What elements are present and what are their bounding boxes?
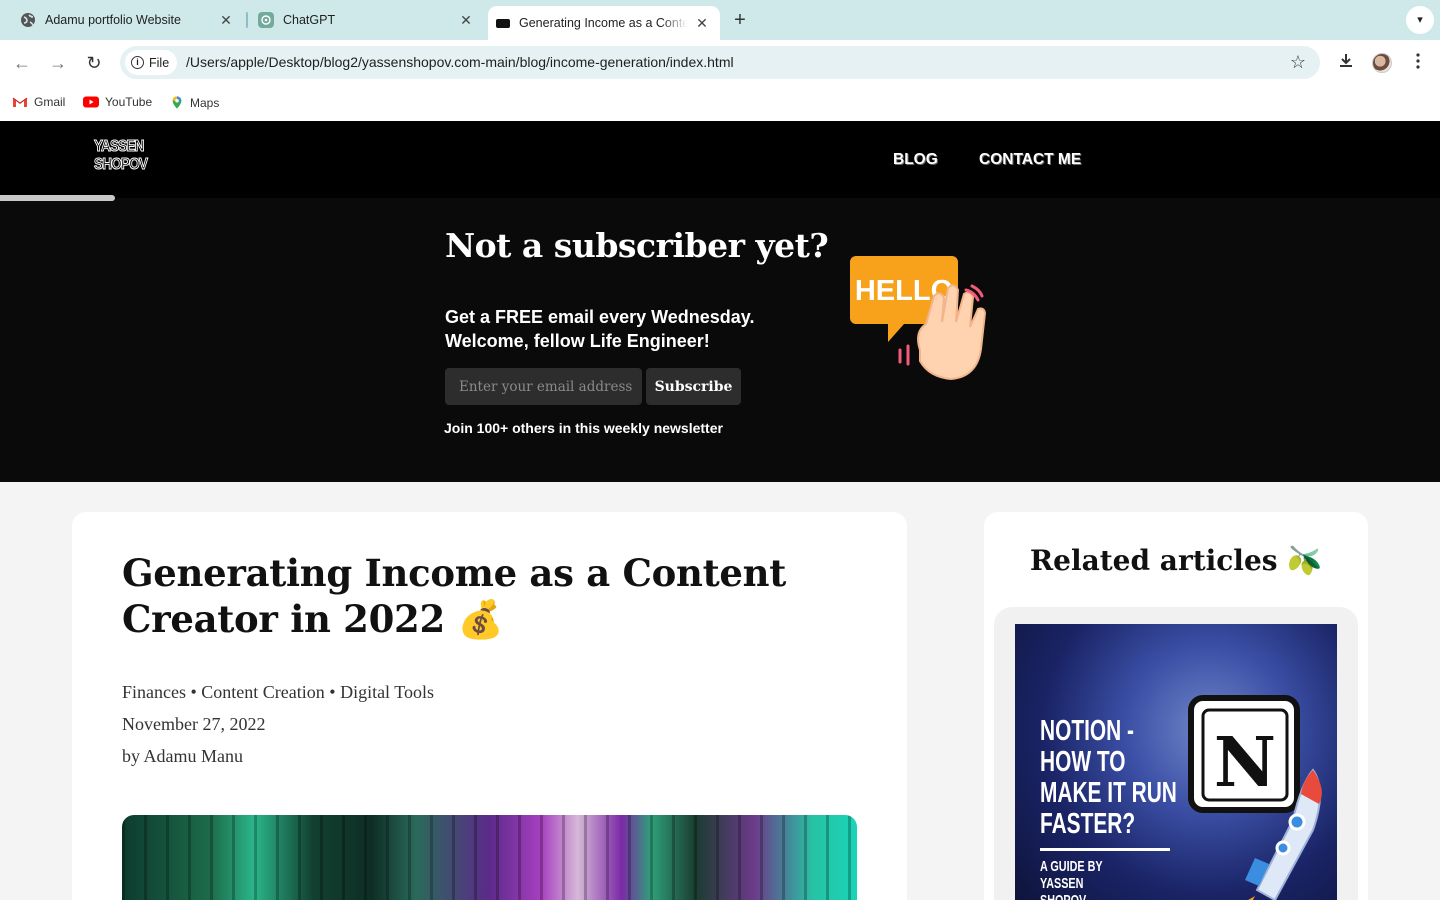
related-title: Related articles 🫒 <box>1029 544 1323 577</box>
subscribe-line-1: Get a FREE email every Wednesday. <box>445 307 755 327</box>
browser-toolbar: ← → ↻ i File /Users/apple/Desktop/blog2/… <box>0 40 1440 85</box>
close-icon[interactable]: ✕ <box>458 12 474 28</box>
profile-avatar[interactable] <box>1372 53 1392 73</box>
related-articles-card: Related articles 🫒 NOTION - HOW TO MAKE … <box>984 512 1368 900</box>
tab-search-chevron-icon[interactable]: ▾ <box>1406 6 1434 34</box>
tab-strip: Adamu portfolio Website ✕ ChatGPT ✕ Gene… <box>0 0 1440 40</box>
article-title: Generating Income as a Content Creator i… <box>122 551 787 641</box>
logo-line: YASSEN <box>94 138 145 156</box>
back-arrow-icon[interactable]: ← <box>11 52 33 74</box>
thumbnail-guide-line: YASSEN <box>1040 875 1084 892</box>
subscribe-title: Not a subscriber yet? <box>445 226 829 265</box>
notion-rocket-illustration: N <box>1188 695 1322 900</box>
info-icon: i <box>131 56 144 69</box>
address-bar[interactable]: i File /Users/apple/Desktop/blog2/yassen… <box>120 46 1320 79</box>
subscribe-button[interactable]: Subscribe <box>646 368 741 405</box>
gmail-icon <box>12 97 28 107</box>
thumbnail-line: MAKE IT RUN <box>1040 777 1177 809</box>
bookmark-label: YouTube <box>105 95 153 109</box>
article-categories: Finances • Content Creation • Digital To… <box>122 682 434 702</box>
site-favicon-icon <box>496 18 510 28</box>
tab-title: Adamu portfolio Website <box>45 13 181 27</box>
download-icon[interactable] <box>1337 52 1355 75</box>
new-tab-plus-icon[interactable]: + <box>730 10 750 30</box>
site-logo[interactable]: YASSEN SHOPOV <box>94 138 149 174</box>
subscribe-line-2: Welcome, fellow Life Engineer! <box>445 331 710 351</box>
email-input[interactable] <box>445 368 642 405</box>
thumbnail-guide-line: SHOPOV <box>1040 892 1103 900</box>
tab-separator <box>246 12 248 28</box>
subscribe-note: Join 100+ others in this weekly newslett… <box>444 420 723 436</box>
related-article-thumbnail[interactable]: NOTION - HOW TO MAKE IT RUN FASTER? A GU… <box>1015 624 1337 900</box>
bookmark-maps[interactable]: Maps <box>170 95 219 110</box>
bookmark-label: Gmail <box>34 95 66 109</box>
url-text[interactable]: /Users/apple/Desktop/blog2/yassenshopov.… <box>186 54 734 70</box>
bookmark-gmail[interactable]: Gmail <box>12 95 65 109</box>
thumbnail-line: HOW TO <box>1040 746 1126 778</box>
thumbnail-guide-line: A GUIDE BY <box>1040 858 1103 875</box>
kebab-menu-icon[interactable] <box>1410 52 1426 75</box>
close-icon[interactable]: ✕ <box>218 12 234 28</box>
youtube-icon <box>83 96 99 108</box>
tab-chatgpt[interactable]: ChatGPT ✕ <box>250 0 484 40</box>
article-card: Generating Income as a Content Creator i… <box>72 512 907 900</box>
bookmark-youtube[interactable]: YouTube <box>83 95 152 109</box>
chatgpt-icon <box>258 12 274 28</box>
bookmark-star-icon[interactable]: ☆ <box>1290 52 1306 73</box>
reload-icon[interactable]: ↻ <box>83 52 105 74</box>
bookmark-label: Maps <box>190 95 220 110</box>
article-date: November 27, 2022 <box>122 714 266 734</box>
thumbnail-divider <box>1040 848 1170 851</box>
thumbnail-headline: NOTION - HOW TO MAKE IT RUN FASTER? <box>1040 716 1177 840</box>
reading-progress-bar <box>0 195 115 201</box>
site-header: YASSEN SHOPOV BLOG CONTACT ME <box>0 121 1440 198</box>
nav-contact-link[interactable]: CONTACT ME <box>979 151 1081 169</box>
close-icon[interactable]: ✕ <box>694 15 710 31</box>
forward-arrow-icon[interactable]: → <box>47 52 69 74</box>
thumbnail-line: FASTER? <box>1040 808 1136 840</box>
notion-logo-letter: N <box>1214 723 1276 803</box>
nav-blog-link[interactable]: BLOG <box>893 151 938 169</box>
tab-active-article[interactable]: Generating Income as a Content Creator i… <box>488 6 720 40</box>
article-author: by Adamu Manu <box>122 746 243 766</box>
tab-title: ChatGPT <box>283 13 336 27</box>
logo-line: SHOPOV <box>94 156 149 174</box>
related-article-item[interactable]: NOTION - HOW TO MAKE IT RUN FASTER? A GU… <box>994 607 1358 900</box>
bookmarks-bar: Gmail YouTube Maps <box>0 85 1440 121</box>
tab-portfolio[interactable]: Adamu portfolio Website ✕ <box>12 0 244 40</box>
hello-wave-illustration: HELLO <box>850 256 987 381</box>
scheme-label: File <box>149 55 170 70</box>
globe-icon <box>20 12 36 28</box>
site-info-chip[interactable]: i File <box>125 50 177 75</box>
thumbnail-guide-text: A GUIDE BY YASSEN SHOPOV <box>1040 858 1103 900</box>
tab-title: Generating Income as a Content Creator i… <box>519 16 687 30</box>
subscribe-section: Not a subscriber yet? Get a FREE email e… <box>0 198 1440 482</box>
article-hero-image <box>122 815 857 900</box>
thumbnail-line: NOTION - <box>1040 715 1134 747</box>
maps-pin-icon <box>172 96 182 109</box>
